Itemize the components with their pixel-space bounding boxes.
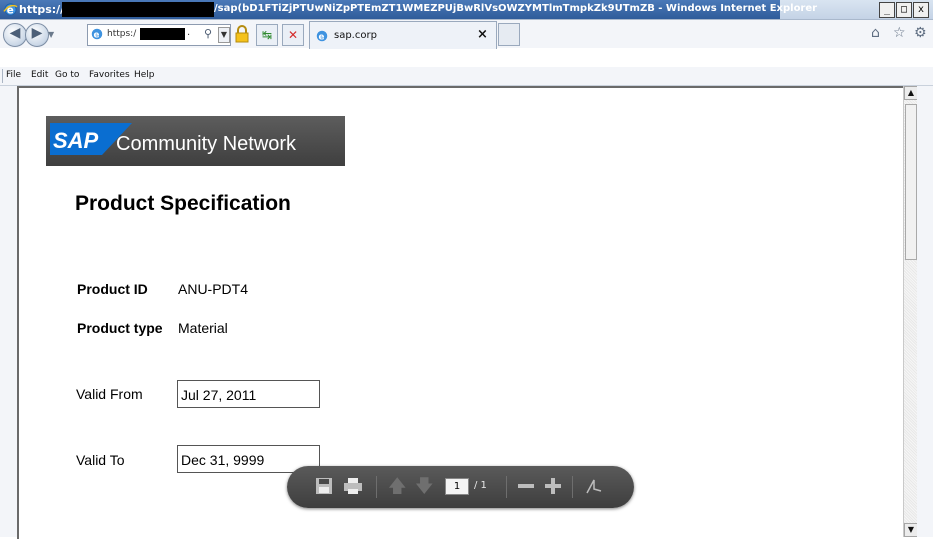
redacted-host bbox=[62, 2, 214, 17]
left-margin bbox=[0, 86, 17, 537]
acrobat-icon[interactable] bbox=[585, 477, 603, 500]
forward-button[interactable]: ▶ bbox=[25, 23, 49, 47]
brand-network-text: Community Network bbox=[116, 133, 297, 155]
tools-gear-icon[interactable]: ⚙ bbox=[914, 25, 927, 41]
valid-to-label: Valid To bbox=[76, 452, 125, 468]
scroll-down-icon[interactable]: ▼ bbox=[904, 523, 918, 537]
favorites-star-icon[interactable]: ☆ bbox=[893, 25, 906, 41]
zoom-out-icon[interactable] bbox=[517, 477, 535, 500]
tab-close-icon[interactable]: × bbox=[477, 27, 488, 42]
product-id-value: ANU-PDT4 bbox=[178, 281, 249, 297]
page-up-icon[interactable]: 🡅 bbox=[388, 477, 407, 497]
redacted-address bbox=[140, 28, 185, 40]
zoom-in-icon[interactable] bbox=[544, 477, 562, 500]
minimize-button[interactable]: _ bbox=[879, 2, 895, 18]
menu-bar: File Edit Go to Favorites Help bbox=[0, 67, 933, 86]
toolbar-separator bbox=[376, 476, 377, 498]
window-title: /sap(bD1FTiZjPTUwNiZpPTEmZT1WMEZPUjBwRlV… bbox=[214, 3, 818, 14]
close-button[interactable]: x bbox=[913, 2, 929, 18]
vertical-scrollbar[interactable]: ▲ ▼ bbox=[903, 86, 918, 537]
scroll-up-icon[interactable]: ▲ bbox=[904, 86, 918, 100]
sap-community-network-logo: SAP Community Network bbox=[46, 116, 345, 166]
pdf-toolbar: 🡅 🡇 1 / 1 bbox=[287, 466, 634, 508]
menu-favorites[interactable]: Favorites bbox=[89, 70, 130, 80]
menu-grip bbox=[2, 69, 3, 83]
page-down-icon[interactable]: 🡇 bbox=[415, 477, 434, 497]
title-bar: e https:// /sap(bD1FTiZjPTUwNiZpPTEmZT1W… bbox=[0, 0, 933, 20]
stop-icon[interactable]: ✕ bbox=[282, 24, 304, 46]
home-icon[interactable]: ⌂ bbox=[871, 25, 880, 41]
product-id-label: Product ID bbox=[77, 281, 148, 297]
page-number-input[interactable]: 1 bbox=[445, 478, 469, 495]
address-dropdown-icon[interactable]: ▼ bbox=[218, 27, 230, 43]
menu-file[interactable]: File bbox=[6, 70, 21, 80]
product-type-value: Material bbox=[178, 320, 228, 336]
menu-help[interactable]: Help bbox=[134, 70, 155, 80]
page-title: Product Specification bbox=[75, 192, 291, 215]
tab-sap-corp[interactable]: e sap.corp × bbox=[309, 21, 497, 49]
history-dropdown-icon[interactable]: ▼ bbox=[48, 30, 54, 39]
valid-from-label: Valid From bbox=[76, 386, 143, 402]
valid-from-field[interactable]: Jul 27, 2011 bbox=[177, 380, 320, 408]
address-suffix: . bbox=[187, 27, 191, 38]
page-total: / 1 bbox=[474, 480, 487, 491]
forward-arrow-icon: ▶ bbox=[31, 25, 43, 41]
address-bar[interactable]: e https:/ . ⚲ ▼ bbox=[87, 24, 231, 46]
svg-text:SAP: SAP bbox=[53, 128, 99, 153]
toolbar-separator bbox=[506, 476, 507, 498]
page-ie-icon: e bbox=[91, 28, 103, 41]
product-type-label: Product type bbox=[77, 320, 163, 336]
refresh-icon[interactable]: ↹ bbox=[256, 24, 278, 46]
back-button[interactable]: ◀ bbox=[3, 23, 27, 47]
lock-icon[interactable] bbox=[233, 25, 251, 43]
search-icon[interactable]: ⚲ bbox=[204, 27, 212, 40]
navigation-bar: ◀ ▶ ▼ e https:/ . ⚲ ▼ ↹ ✕ e sap.corp × ⌂… bbox=[0, 20, 933, 49]
new-tab-button[interactable] bbox=[498, 23, 520, 46]
address-text: https:/ bbox=[107, 29, 137, 39]
tab-ie-icon: e bbox=[316, 30, 328, 43]
svg-text:e: e bbox=[94, 31, 100, 41]
menu-go-to[interactable]: Go to bbox=[55, 70, 79, 80]
menu-edit[interactable]: Edit bbox=[31, 70, 48, 80]
svg-text:e: e bbox=[319, 33, 325, 43]
maximize-button[interactable]: □ bbox=[896, 2, 912, 18]
window-title-prefix: https:// bbox=[19, 3, 65, 16]
tab-label: sap.corp bbox=[334, 30, 377, 41]
internet-explorer-icon: e bbox=[3, 3, 18, 16]
right-margin bbox=[917, 86, 933, 537]
window-controls: _ □ x bbox=[879, 2, 929, 18]
back-arrow-icon: ◀ bbox=[9, 25, 21, 41]
print-icon[interactable] bbox=[343, 477, 363, 500]
save-icon[interactable] bbox=[315, 477, 333, 500]
scroll-thumb[interactable] bbox=[905, 104, 917, 260]
toolbar-separator bbox=[572, 476, 573, 498]
